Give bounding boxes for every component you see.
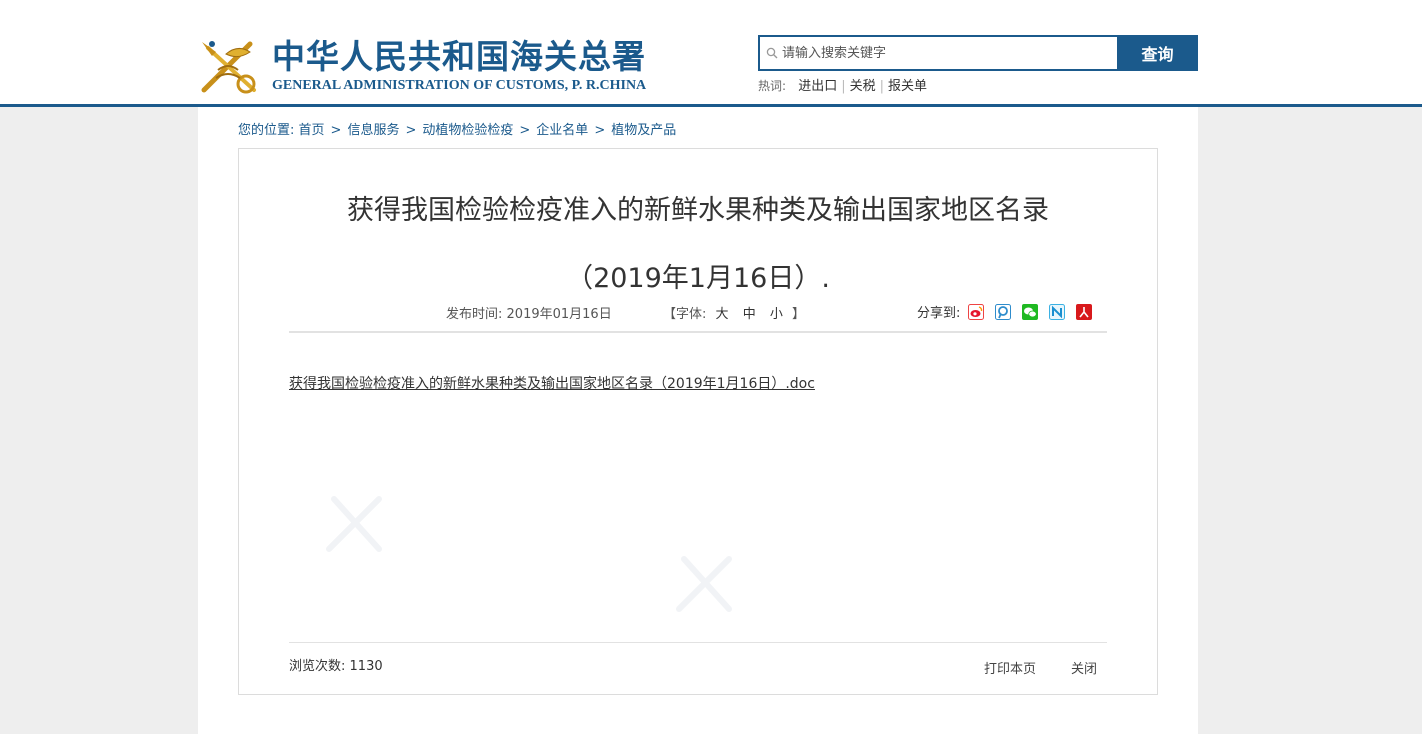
breadcrumb-enterprise-list[interactable]: 企业名单 bbox=[536, 123, 588, 138]
site-header: 中华人民共和国海关总署 GENERAL ADMINISTRATION OF CU… bbox=[0, 0, 1422, 107]
breadcrumb-inspection[interactable]: 动植物检验检疫 bbox=[422, 123, 513, 138]
article-container: 获得我国检验检疫准入的新鲜水果种类及输出国家地区名录 （2019年1月16日）.… bbox=[238, 148, 1158, 695]
weibo-icon[interactable] bbox=[968, 303, 985, 320]
site-logo-chinese[interactable]: 中华人民共和国海关总署 bbox=[272, 30, 646, 78]
share-label: 分享到: bbox=[917, 306, 961, 321]
publish-label: 发布时间: bbox=[446, 307, 503, 322]
renren-icon[interactable] bbox=[1049, 303, 1066, 320]
view-count-value: 1130 bbox=[349, 659, 383, 674]
hot-word-divider: | bbox=[841, 79, 846, 94]
view-count-label: 浏览次数: bbox=[289, 659, 346, 674]
customs-emblem-icon[interactable] bbox=[198, 34, 262, 96]
font-size-medium[interactable]: 中 bbox=[743, 307, 756, 322]
site-logo-english[interactable]: GENERAL ADMINISTRATION OF CUSTOMS, P. R.… bbox=[272, 78, 646, 94]
article-title: 获得我国检验检疫准入的新鲜水果种类及输出国家地区名录 （2019年1月16日）. bbox=[239, 177, 1157, 313]
breadcrumb-separator: > bbox=[519, 123, 531, 138]
wechat-icon[interactable] bbox=[1022, 303, 1039, 320]
print-page-link[interactable]: 打印本页 bbox=[984, 658, 1036, 677]
hot-words-label: 热词: bbox=[758, 79, 787, 93]
hot-word-link[interactable]: 报关单 bbox=[888, 79, 927, 94]
hot-words: 热词: 进出口 | 关税 | 报关单 bbox=[758, 75, 927, 94]
view-count: 浏览次数: 1130 bbox=[289, 655, 383, 674]
breadcrumb-separator: > bbox=[405, 123, 417, 138]
pdf-icon[interactable] bbox=[1076, 303, 1093, 320]
share-bar: 分享到: bbox=[917, 302, 1103, 321]
breadcrumb-info-service[interactable]: 信息服务 bbox=[347, 123, 399, 138]
breadcrumb: 您的位置: 首页 > 信息服务 > 动植物检验检疫 > 企业名单 > 植物及产品 bbox=[238, 119, 676, 138]
font-size-large[interactable]: 大 bbox=[716, 307, 729, 322]
footer-divider bbox=[289, 642, 1107, 643]
hot-word-link[interactable]: 关税 bbox=[850, 79, 876, 94]
breadcrumb-separator: > bbox=[594, 123, 606, 138]
tencent-weibo-icon[interactable] bbox=[995, 303, 1012, 320]
hot-word-link[interactable]: 进出口 bbox=[798, 79, 837, 94]
search-input[interactable] bbox=[782, 37, 1112, 69]
breadcrumb-label: 您的位置: bbox=[238, 123, 295, 138]
publish-info: 发布时间: 2019年01月16日 bbox=[446, 303, 612, 322]
search-box bbox=[758, 35, 1119, 71]
close-page-link[interactable]: 关闭 bbox=[1071, 658, 1097, 677]
breadcrumb-home[interactable]: 首页 bbox=[299, 123, 325, 138]
breadcrumb-plants-products[interactable]: 植物及产品 bbox=[611, 123, 676, 138]
header-divider bbox=[289, 331, 1107, 333]
article-title-line-1: 获得我国检验检疫准入的新鲜水果种类及输出国家地区名录 bbox=[347, 195, 1049, 226]
search-icon bbox=[766, 47, 778, 59]
font-size-label-close: 】 bbox=[792, 307, 806, 322]
font-size-label: 【字体: bbox=[663, 307, 707, 322]
font-size-control: 【字体: 大 中 小 】 bbox=[663, 303, 805, 322]
attachment-link[interactable]: 获得我国检验检疫准入的新鲜水果种类及输出国家地区名录（2019年1月16日）.d… bbox=[289, 373, 815, 393]
font-size-small[interactable]: 小 bbox=[770, 307, 783, 322]
breadcrumb-separator: > bbox=[330, 123, 342, 138]
hot-word-divider: | bbox=[879, 79, 884, 94]
publish-date: 2019年01月16日 bbox=[506, 307, 612, 322]
search-button[interactable]: 查询 bbox=[1117, 35, 1198, 71]
